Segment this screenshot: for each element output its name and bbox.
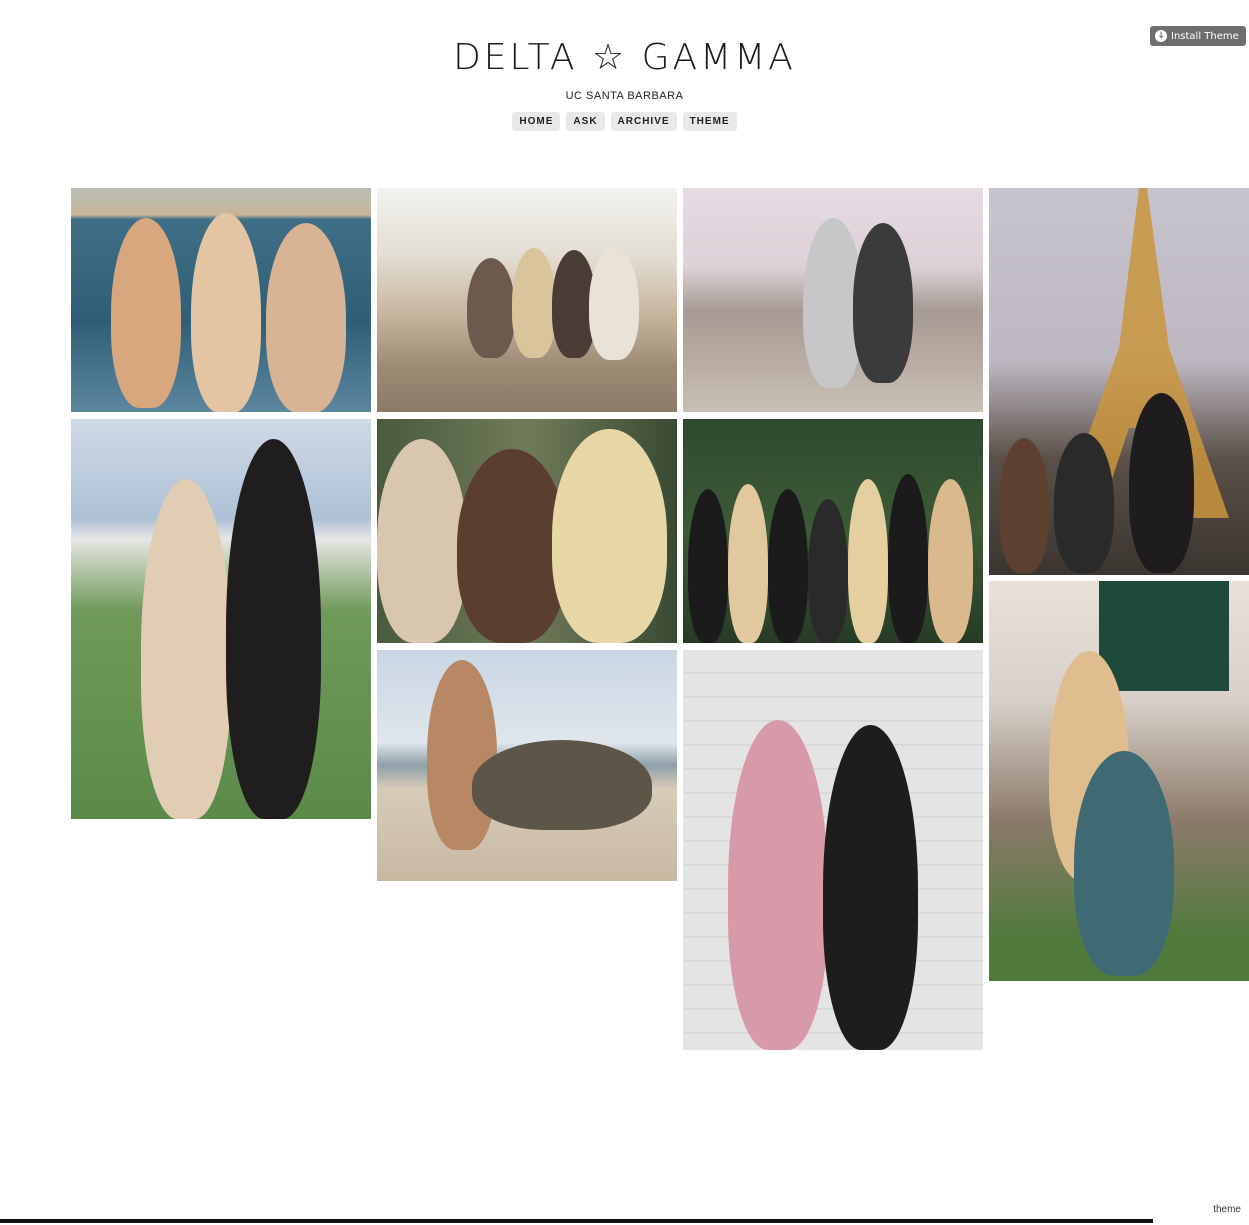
figure-shape [467,258,515,358]
figure-shape [512,248,556,358]
nav-home[interactable]: HOME [512,112,561,131]
figure-shape [427,660,497,850]
photo-city-overlook-pair[interactable] [683,188,983,412]
figure-shape [823,725,918,1050]
photo-selfie-trio[interactable] [377,419,677,643]
photo-eiffel-tower[interactable] [989,188,1249,575]
figure-shape [999,438,1049,573]
figure-shape [141,479,231,819]
footer-divider [0,1219,1153,1223]
figure-shape [472,740,652,830]
nav-archive[interactable]: ARCHIVE [610,112,677,131]
photo-golf-course-pair[interactable] [71,419,371,819]
theme-credit-link[interactable]: theme [1213,1204,1241,1215]
photo-group-seven[interactable] [683,419,983,643]
figure-shape [552,429,667,643]
blog-header: DELTA ☆ GAMMA UC SANTA BARBARA HOME ASK … [0,34,1249,131]
figure-shape [589,248,639,360]
figure-shape [848,479,888,643]
figure-shape [377,439,467,643]
photo-city-overlook-group[interactable] [377,188,677,412]
house-window [1099,581,1229,691]
blog-subtitle: UC SANTA BARBARA [565,90,684,102]
photo-boat-trio[interactable] [71,188,371,412]
figure-shape [808,499,848,643]
figure-shape [688,489,728,643]
blog-title: DELTA ☆ GAMMA [453,37,796,78]
figure-shape [1054,433,1114,573]
photo-wall-pair[interactable] [683,650,983,1050]
figure-shape [266,223,346,412]
figure-shape [1129,393,1194,573]
figure-shape [226,439,321,819]
figure-shape [191,213,261,412]
figure-shape [853,223,913,383]
figure-shape [728,720,828,1050]
figure-shape [768,489,808,643]
nav-bar: HOME ASK ARCHIVE THEME [0,112,1249,131]
figure-shape [728,484,768,643]
figure-shape [888,474,928,643]
photo-bid-day[interactable] [989,581,1249,981]
figure-shape [1074,751,1174,976]
figure-shape [928,479,973,643]
figure-shape [457,449,567,643]
nav-ask[interactable]: ASK [566,112,605,131]
photo-beach-pair[interactable] [377,650,677,881]
nav-theme[interactable]: THEME [682,112,737,131]
figure-shape [111,218,181,408]
